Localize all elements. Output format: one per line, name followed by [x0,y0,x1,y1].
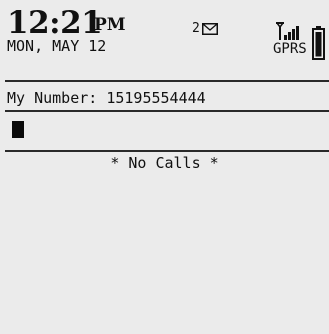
input-divider [5,150,329,152]
status-divider [5,80,329,82]
envelope-icon [201,20,218,39]
status-bar: 12:21 PM MON, MAY 12 2 GPRS [0,0,329,80]
unread-message-count: 2 [192,21,200,36]
clock-ampm: PM [94,15,126,35]
message-indicator[interactable]: 2 [192,21,218,37]
clock-date: MON, MAY 12 [7,37,107,55]
clock-time: 12:21 [7,5,103,41]
battery-icon [312,26,325,64]
dial-input[interactable] [5,113,325,149]
network-type: GPRS [273,41,307,57]
call-log-empty-message: * No Calls * [110,154,219,172]
number-divider [5,110,329,112]
text-cursor [12,121,24,138]
phone-screen: 12:21 PM MON, MAY 12 2 GPRS My Number: 1… [0,0,329,334]
my-number: My Number: 15195554444 [7,89,206,107]
